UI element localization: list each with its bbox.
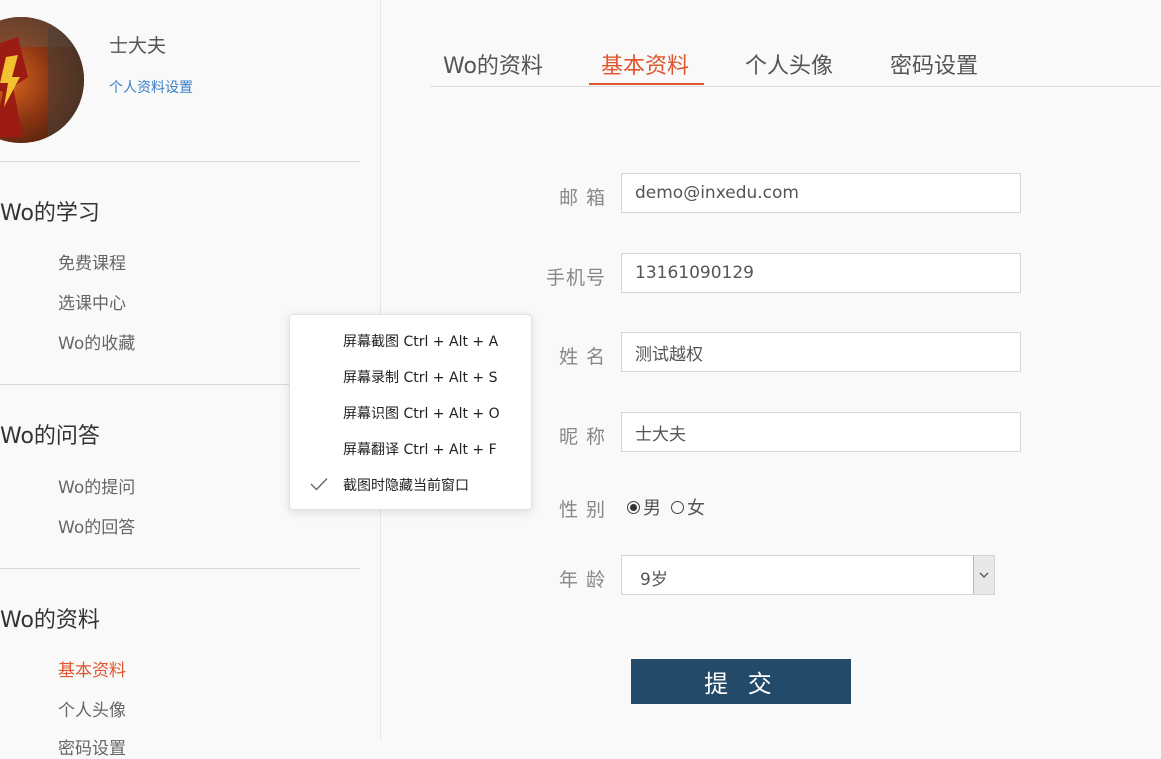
- sidebar-item-avatar[interactable]: 个人头像: [58, 696, 126, 721]
- name-label: 姓 名: [558, 346, 606, 368]
- tab-basic-info[interactable]: 基本资料: [601, 48, 689, 80]
- menu-item-screenshot[interactable]: 屏幕截图 Ctrl + Alt + A: [343, 331, 498, 351]
- nickname-label: 昵 称: [558, 426, 606, 448]
- email-field[interactable]: [621, 173, 1021, 213]
- name-field[interactable]: [621, 332, 1021, 372]
- menu-item-hide-window[interactable]: 截图时隐藏当前窗口: [343, 475, 469, 495]
- profile-tabs: Wo的资料 基本资料 个人头像 密码设置: [430, 0, 1161, 87]
- tab-my-profile[interactable]: Wo的资料: [443, 48, 543, 80]
- user-name: 士大夫: [109, 35, 167, 57]
- tab-password[interactable]: 密码设置: [890, 48, 978, 80]
- sidebar-item-course-center[interactable]: 选课中心: [58, 289, 126, 314]
- age-select-value: 9岁: [640, 570, 668, 590]
- gender-label: 性 别: [558, 499, 606, 521]
- gender-male-label: 男: [643, 498, 661, 519]
- active-tab-indicator: [589, 83, 704, 85]
- gender-male-radio[interactable]: [627, 500, 640, 514]
- section-title-learning: Wo的学习: [0, 201, 100, 226]
- divider: [0, 161, 360, 162]
- profile-settings-link[interactable]: 个人资料设置: [109, 77, 193, 97]
- sidebar-item-basic-info[interactable]: 基本资料: [58, 656, 126, 681]
- tab-avatar[interactable]: 个人头像: [745, 48, 833, 80]
- section-title-qa: Wo的问答: [0, 424, 100, 449]
- sidebar-item-password[interactable]: 密码设置: [58, 734, 126, 759]
- sidebar-item-my-answers[interactable]: Wo的回答: [58, 513, 135, 538]
- phone-field[interactable]: [621, 253, 1021, 293]
- chevron-down-icon[interactable]: [973, 556, 994, 594]
- section-title-profile: Wo的资料: [0, 608, 100, 633]
- age-select[interactable]: 9岁: [621, 555, 995, 595]
- submit-button[interactable]: 提 交: [631, 659, 851, 704]
- screenshot-context-menu: 屏幕截图 Ctrl + Alt + A 屏幕录制 Ctrl + Alt + S …: [289, 314, 532, 510]
- sidebar-item-free-courses[interactable]: 免费课程: [58, 249, 126, 274]
- email-label: 邮 箱: [558, 187, 606, 209]
- gender-female-label: 女: [687, 498, 705, 519]
- avatar[interactable]: [0, 17, 84, 143]
- gender-radio-group: 男 女: [627, 494, 715, 520]
- menu-item-screen-translate[interactable]: 屏幕翻译 Ctrl + Alt + F: [343, 439, 497, 459]
- menu-item-screen-record[interactable]: 屏幕录制 Ctrl + Alt + S: [343, 367, 497, 387]
- sidebar-item-my-questions[interactable]: Wo的提问: [58, 473, 135, 498]
- sidebar-item-favorites[interactable]: Wo的收藏: [58, 329, 135, 354]
- check-icon: [310, 478, 328, 491]
- age-label: 年 龄: [558, 569, 606, 591]
- divider: [0, 568, 360, 569]
- avatar-image: [0, 17, 84, 143]
- nickname-field[interactable]: [621, 412, 1021, 452]
- gender-female-radio[interactable]: [671, 500, 684, 514]
- phone-label: 手机号: [545, 267, 606, 289]
- menu-item-screen-ocr[interactable]: 屏幕识图 Ctrl + Alt + O: [343, 403, 500, 423]
